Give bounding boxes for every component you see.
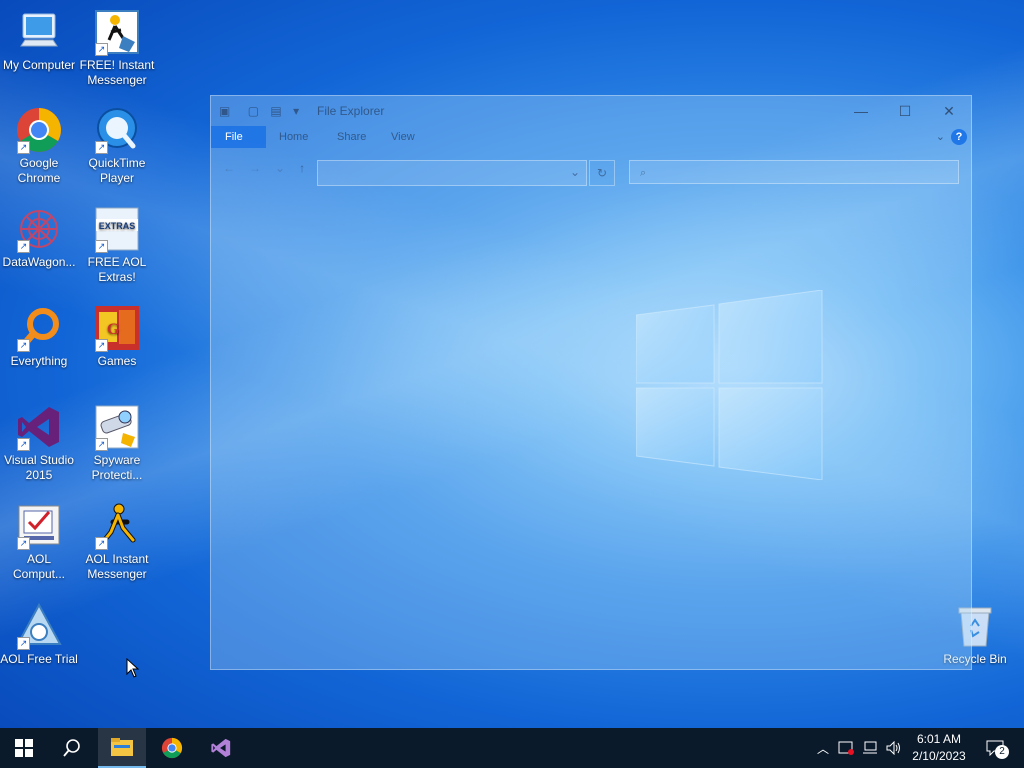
desktop-icon-my-computer[interactable]: My Computer	[0, 8, 78, 73]
desktop-icon-games[interactable]: G ↗ Games	[78, 304, 156, 369]
new-folder-icon[interactable]: ▤	[270, 104, 281, 118]
desktop-icon-chrome[interactable]: ↗ Google Chrome	[0, 106, 78, 186]
taskbar-chrome[interactable]	[148, 728, 196, 768]
taskbar-clock[interactable]: 6:01 AM 2/10/2023	[908, 731, 970, 765]
computer-icon	[15, 8, 63, 56]
shortcut-arrow-icon: ↗	[17, 339, 30, 352]
refresh-button[interactable]: ↻	[589, 160, 615, 186]
shield-warning-icon	[838, 741, 854, 755]
recent-dropdown-icon[interactable]: ⌄	[275, 161, 299, 175]
desktop-icon-aol-free-trial[interactable]: ↗ AOL Free Trial	[0, 602, 78, 667]
speaker-icon	[886, 741, 900, 755]
visual-studio-icon	[211, 738, 231, 758]
forward-arrow-icon[interactable]: →	[249, 161, 275, 175]
taskbar: ︿ 6:01 AM 2/10/2023 2	[0, 728, 1024, 768]
clock-date: 2/10/2023	[912, 749, 966, 763]
tray-security-icon[interactable]	[836, 728, 856, 768]
desktop-icon-datawagon[interactable]: ↗ DataWagon...	[0, 205, 78, 270]
desktop-icon-everything[interactable]: ↗ Everything	[0, 304, 78, 369]
maximize-button[interactable]: ☐	[883, 100, 927, 122]
taskbar-visual-studio[interactable]	[197, 728, 245, 768]
search-icon	[63, 739, 80, 757]
desktop-icon-free-aol-extras[interactable]: EXTRAS ↗ FREE AOL Extras!	[78, 205, 156, 285]
extras-badge-text: EXTRAS	[99, 221, 136, 231]
desktop-icon-free-instant-messenger[interactable]: ↗ FREE! Instant Messenger	[78, 8, 156, 88]
mouse-cursor-icon	[126, 658, 140, 678]
show-hidden-icons-button[interactable]: ︿	[814, 728, 832, 768]
address-dropdown-icon[interactable]: ⌄	[570, 165, 580, 179]
help-button[interactable]: ?	[951, 129, 967, 145]
aol-extras-icon: EXTRAS ↗	[93, 205, 141, 253]
shortcut-arrow-icon: ↗	[95, 43, 108, 56]
clock-time: 6:01 AM	[916, 732, 962, 746]
shortcut-arrow-icon: ↗	[95, 141, 108, 154]
taskbar-file-explorer[interactable]	[98, 728, 146, 768]
start-icon	[15, 739, 33, 757]
chrome-icon	[161, 737, 183, 759]
explorer-ribbon-tabs: File Home Share View ⌄ ?	[211, 126, 971, 148]
visual-studio-icon: ↗	[15, 403, 63, 451]
tab-file[interactable]: File	[211, 126, 266, 148]
chrome-icon: ↗	[15, 106, 63, 154]
close-button[interactable]: ✕	[927, 100, 971, 122]
nav-arrows: ←→⌄↑	[223, 161, 319, 175]
expand-ribbon-icon[interactable]: ⌄	[936, 130, 945, 143]
search-input[interactable]: ⌕	[629, 160, 959, 184]
spyware-icon: ↗	[93, 403, 141, 451]
aol-computer-icon: ↗	[15, 502, 63, 550]
back-arrow-icon[interactable]: ←	[223, 161, 249, 175]
explorer-titlebar[interactable]: ▣ ▢ ▤ ▾ File Explorer — ☐ ✕	[211, 96, 971, 126]
explorer-title: File Explorer	[317, 104, 385, 118]
shortcut-arrow-icon: ↗	[17, 240, 30, 253]
desktop-icon-spyware-protection[interactable]: ↗ Spyware Protecti...	[78, 403, 156, 483]
start-button[interactable]	[0, 728, 48, 768]
shortcut-arrow-icon: ↗	[95, 339, 108, 352]
desktop-icon-aol-computer[interactable]: ↗ AOL Comput...	[0, 502, 78, 582]
search-icon: ⌕	[640, 167, 647, 179]
quick-access-toolbar[interactable]: ▣ ▢ ▤ ▾	[219, 104, 299, 118]
shortcut-arrow-icon: ↗	[17, 438, 30, 451]
address-bar[interactable]: ⌄	[317, 160, 587, 186]
aol-free-trial-icon: ↗	[15, 602, 63, 650]
tray-network-icon[interactable]	[860, 728, 880, 768]
shortcut-arrow-icon: ↗	[95, 438, 108, 451]
datawagon-icon: ↗	[15, 205, 63, 253]
shortcut-arrow-icon: ↗	[17, 637, 30, 650]
folder-icon: ▣	[219, 104, 231, 118]
file-explorer-icon	[111, 738, 133, 756]
chevron-up-icon: ︿	[816, 741, 829, 756]
customize-toolbar-icon[interactable]: ▾	[293, 104, 299, 118]
properties-icon[interactable]: ▢	[248, 104, 259, 118]
shortcut-arrow-icon: ↗	[17, 141, 30, 154]
notification-count-badge: 2	[995, 745, 1009, 759]
desktop-icon-quicktime[interactable]: ↗ QuickTime Player	[78, 106, 156, 186]
minimize-button[interactable]: —	[839, 100, 883, 122]
tab-view[interactable]: View	[377, 126, 429, 148]
games-icon: G ↗	[93, 304, 141, 352]
tab-share[interactable]: Share	[323, 126, 380, 148]
svg-text:G: G	[107, 321, 120, 338]
quicktime-icon: ↗	[93, 106, 141, 154]
desktop-icon-visual-studio[interactable]: ↗ Visual Studio 2015	[0, 403, 78, 483]
shortcut-arrow-icon: ↗	[17, 537, 30, 550]
tab-home[interactable]: Home	[265, 126, 322, 148]
desktop-icon-aol-instant-messenger[interactable]: ↗ AOL Instant Messenger	[78, 502, 156, 582]
shortcut-arrow-icon: ↗	[95, 537, 108, 550]
action-center-button[interactable]: 2	[980, 728, 1010, 768]
shortcut-arrow-icon: ↗	[95, 240, 108, 253]
taskbar-search-button[interactable]	[48, 728, 96, 768]
network-icon	[863, 741, 877, 754]
everything-search-icon: ↗	[15, 304, 63, 352]
explorer-navigation-bar: ←→⌄↑ ⌄ ↻ ⌕	[211, 154, 971, 186]
messenger-icon: ↗	[93, 8, 141, 56]
file-explorer-window[interactable]: ▣ ▢ ▤ ▾ File Explorer — ☐ ✕ File Home Sh…	[210, 95, 972, 670]
aim-icon: ↗	[93, 502, 141, 550]
tray-volume-icon[interactable]	[884, 728, 904, 768]
